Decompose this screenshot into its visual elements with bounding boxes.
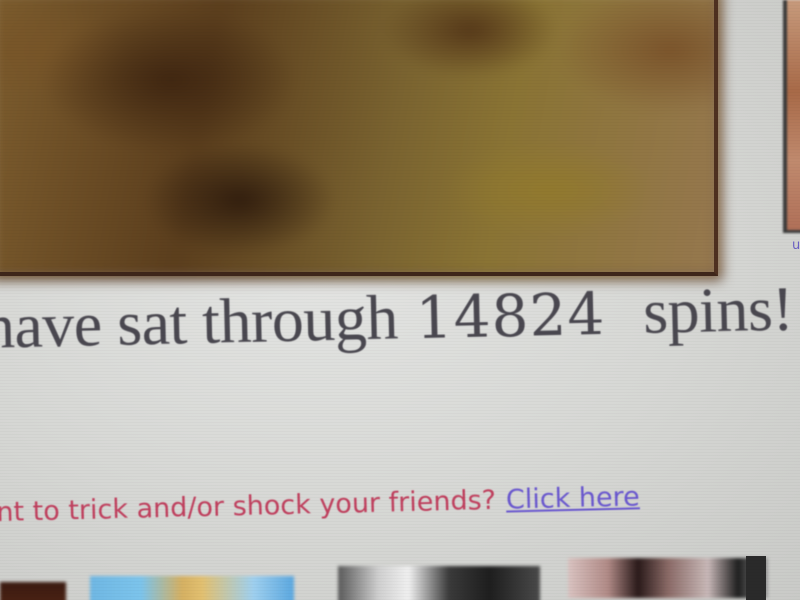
thumbnail-4[interactable]: [568, 558, 768, 598]
thumbnail-3[interactable]: [338, 566, 540, 600]
trick-friends-text: nt to trick and/or shock your friends?: [0, 484, 497, 528]
counter-suffix: spins!: [642, 272, 794, 347]
side-thumbnail-image[interactable]: [783, 0, 800, 233]
thumbnail-1[interactable]: [0, 582, 66, 600]
counter-prefix: have sat through: [0, 281, 399, 362]
spin-count: 14824: [414, 279, 606, 353]
browser-page: u have sat through 14824 spins! nt to tric…: [0, 0, 800, 600]
click-here-link[interactable]: Click here: [506, 481, 640, 515]
trick-friends-prompt: nt to trick and/or shock your friends? Cl…: [0, 481, 640, 528]
thumbnail-2[interactable]: [90, 576, 294, 600]
spin-counter-sentence: have sat through 14824 spins!: [0, 272, 794, 364]
side-thumbnail-link[interactable]: u: [792, 238, 800, 252]
hero-image-frame: [0, 0, 718, 276]
thumbnail-4-edge: [746, 556, 766, 600]
